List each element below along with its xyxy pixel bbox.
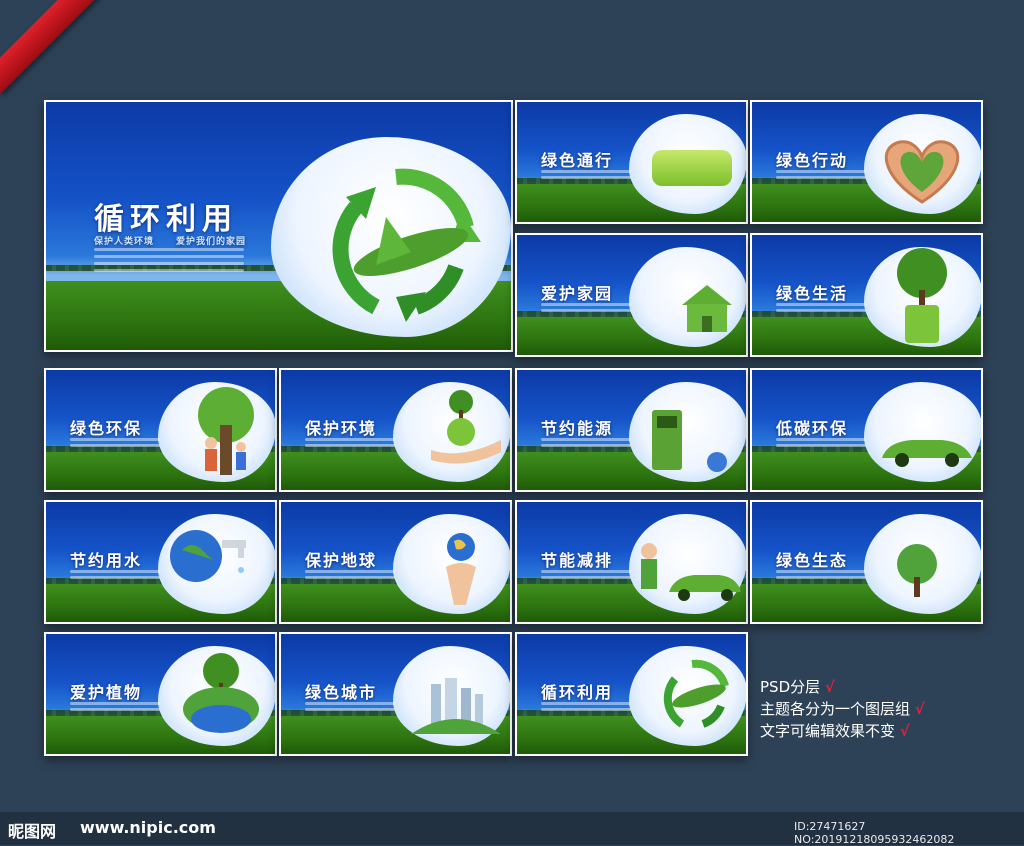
- recycle-arrows-icon: [663, 659, 729, 728]
- feature-item: 主题各分为一个图层组 √: [760, 698, 925, 720]
- hero-slide[interactable]: 循环利用 保护人类环境 爱护我们的家园: [44, 100, 513, 352]
- slide-title: 节能减排: [541, 551, 614, 570]
- slide-title: 绿色生态: [776, 551, 849, 570]
- check-mark-icon: √: [914, 700, 925, 718]
- watermark-id: ID:27471627 NO:20191218095932462082: [794, 820, 955, 846]
- slide-body-line: [776, 170, 866, 173]
- hero-body-line: [94, 248, 244, 251]
- slide-aihu-zhiwu[interactable]: 爱护植物: [44, 632, 277, 756]
- feature-text: 主题各分为一个图层组: [760, 700, 911, 718]
- person-car-icon: [641, 543, 741, 601]
- slide-body-line: [541, 303, 631, 306]
- battery-icon: [652, 150, 732, 186]
- slide-jieyue-nengyuan[interactable]: 节约能源: [515, 368, 748, 492]
- slide-title: 节约能源: [541, 419, 614, 438]
- earth-faucet-icon: [170, 530, 246, 582]
- city-skyline-icon: [411, 678, 501, 734]
- slide-title: 节约用水: [70, 551, 143, 570]
- slide-title: 绿色环保: [70, 419, 143, 438]
- slide-body-line: [541, 576, 631, 579]
- lone-tree-icon: [897, 544, 937, 597]
- slide-body-line: [70, 708, 160, 711]
- slide-body-line: [541, 170, 631, 173]
- slide-body-line: [70, 444, 160, 447]
- slide-lvse-chengshi[interactable]: 绿色城市: [279, 632, 512, 756]
- slide-title: 绿色通行: [541, 151, 614, 170]
- slide-lvse-xingdong[interactable]: 绿色行动: [750, 100, 983, 224]
- feature-item: 文字可编辑效果不变 √: [760, 720, 925, 742]
- grass-house-icon: [682, 285, 732, 332]
- slide-body-line: [541, 309, 631, 312]
- slide-title: 爱护家园: [541, 284, 614, 303]
- slide-body-line: [305, 570, 395, 573]
- recycle-arrows-icon: [332, 168, 481, 322]
- hero-body-line: [94, 269, 244, 272]
- watermark-url[interactable]: www.nipic.com: [80, 818, 216, 837]
- feature-text: PSD分层: [760, 678, 821, 696]
- slide-body-line: [305, 702, 395, 705]
- slide-body-line: [305, 576, 395, 579]
- slide-xunhuan-liyong[interactable]: 循环利用: [515, 632, 748, 756]
- slide-body-line: [305, 708, 395, 711]
- hero-body-line: [94, 255, 244, 258]
- check-mark-icon: √: [899, 722, 910, 740]
- slide-lvse-shengtai[interactable]: 绿色生态: [750, 500, 983, 624]
- slide-body-line: [541, 708, 631, 711]
- slide-ditan-huanbao[interactable]: 低碳环保: [750, 368, 983, 492]
- slide-body-line: [776, 438, 866, 441]
- tree-battery-icon: [897, 248, 947, 343]
- slide-title: 保护环境: [305, 419, 378, 438]
- hero-body-line: [94, 262, 244, 265]
- slide-body-line: [541, 570, 631, 573]
- slide-body-line: [776, 576, 866, 579]
- slide-title: 绿色生活: [776, 284, 849, 303]
- family-tree-icon: [198, 387, 254, 475]
- feature-item: PSD分层 √: [760, 676, 925, 698]
- slide-body-line: [70, 570, 160, 573]
- slide-lvse-tongxing[interactable]: 绿色通行: [515, 100, 748, 224]
- feature-list: PSD分层 √ 主题各分为一个图层组 √ 文字可编辑效果不变 √: [760, 676, 925, 742]
- hero-tagline-1: 保护人类环境: [94, 237, 155, 247]
- slide-body-line: [305, 444, 395, 447]
- slide-body-line: [541, 444, 631, 447]
- slide-body-line: [70, 702, 160, 705]
- slide-body-line: [305, 438, 395, 441]
- feature-text: 文字可编辑效果不变: [760, 722, 896, 740]
- slide-body-line: [776, 309, 866, 312]
- check-mark-icon: √: [824, 678, 835, 696]
- slide-title: 绿色城市: [305, 683, 378, 702]
- slide-body-line: [70, 576, 160, 579]
- hand-holding-earth-icon: [446, 533, 476, 605]
- slide-title: 爱护植物: [70, 683, 143, 702]
- slide-baohu-diqiu[interactable]: 保护地球: [279, 500, 512, 624]
- slide-baohu-huanjing[interactable]: 保护环境: [279, 368, 512, 492]
- hero-title: 循环利用: [94, 202, 238, 237]
- slide-title: 保护地球: [305, 551, 378, 570]
- fuel-pump-icon: [652, 410, 727, 472]
- watermark-logo: 昵图网: [8, 822, 57, 841]
- slide-title: 绿色行动: [776, 151, 849, 170]
- corner-ribbon: [0, 0, 108, 94]
- slide-jieyue-yongshui[interactable]: 节约用水: [44, 500, 277, 624]
- green-car-icon: [882, 440, 972, 467]
- tree-on-globe-icon: [183, 653, 259, 733]
- slide-aihu-jiayuan[interactable]: 爱护家园: [515, 233, 748, 357]
- hero-tagline-2: 爱护我们的家园: [176, 237, 247, 247]
- slide-title: 低碳环保: [776, 419, 849, 438]
- slide-body-line: [776, 303, 866, 306]
- hand-globe-icon: [431, 390, 501, 464]
- slide-lvse-huanbao[interactable]: 绿色环保: [44, 368, 277, 492]
- slide-body-line: [541, 176, 631, 179]
- heart-hands-icon: [884, 140, 960, 204]
- slide-body-line: [70, 438, 160, 441]
- slide-title: 循环利用: [541, 683, 614, 702]
- slide-body-line: [541, 438, 631, 441]
- slide-lvse-shenghuo[interactable]: 绿色生活: [750, 233, 983, 357]
- slide-body-line: [776, 570, 866, 573]
- slide-body-line: [776, 444, 866, 447]
- slide-jieneng-jianpai[interactable]: 节能减排: [515, 500, 748, 624]
- slide-body-line: [541, 702, 631, 705]
- slide-body-line: [776, 176, 866, 179]
